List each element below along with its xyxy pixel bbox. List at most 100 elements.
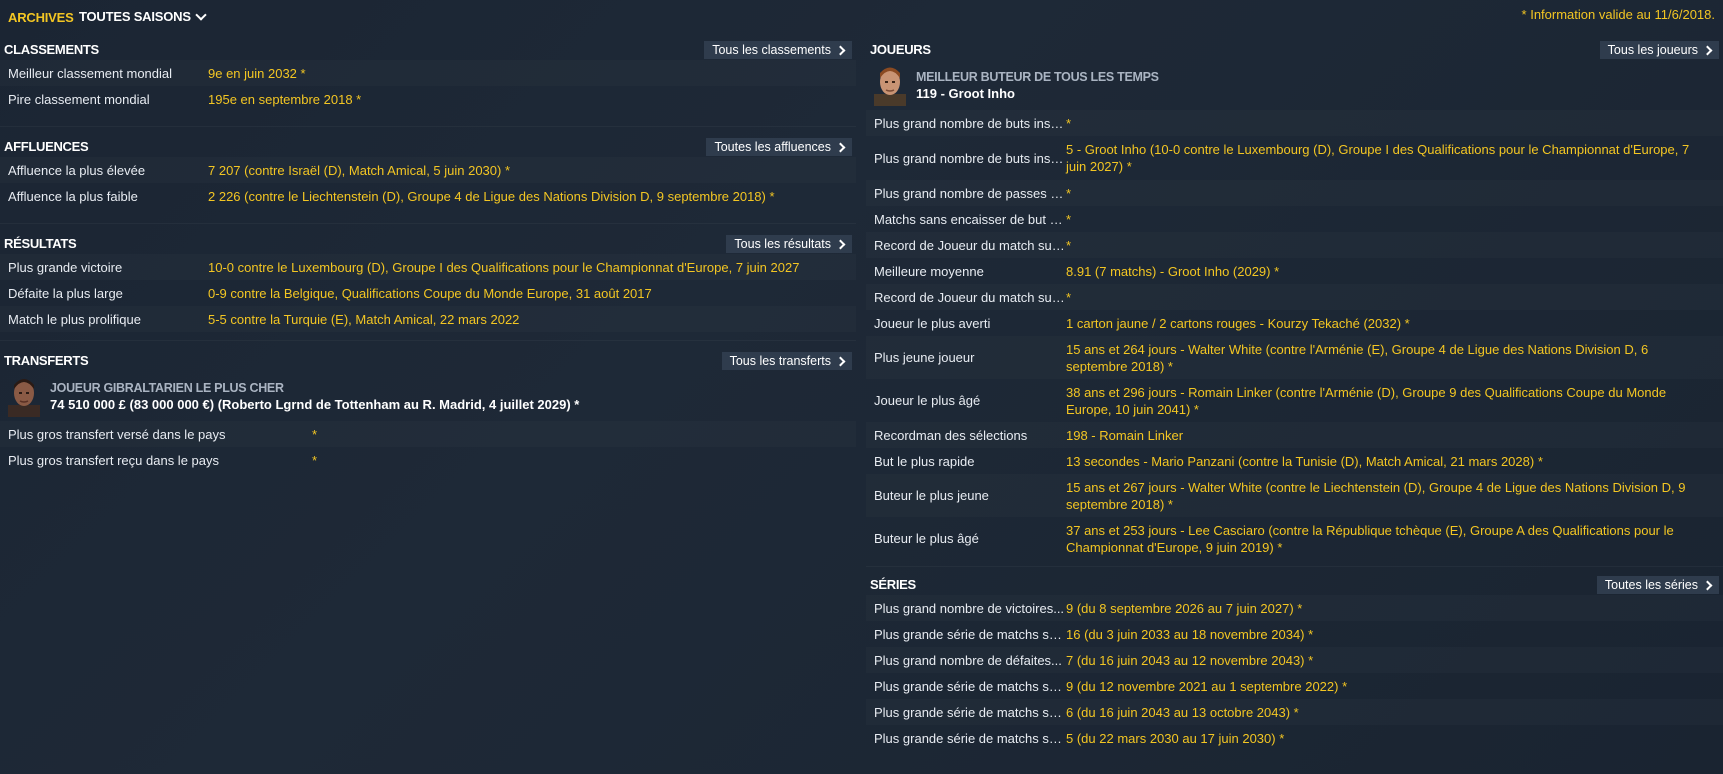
row-label: Meilleure moyenne (874, 263, 984, 279)
row-value: 10-0 contre le Luxembourg (D), Groupe I … (208, 259, 800, 275)
row-label: Buteur le plus jeune (874, 488, 989, 503)
row-label: Joueur le plus averti (874, 315, 991, 331)
table-row: Plus grand nombre de buts insc... * (866, 110, 1723, 136)
affluences-rows: Affluence la plus élevée 7 207 (contre Is… (0, 157, 856, 209)
chevron-right-icon (835, 239, 846, 249)
table-row: Meilleur classement mondial 9e en juin 20… (0, 60, 856, 86)
row-value: 13 secondes - Mario Panzani (contre la T… (1066, 453, 1543, 469)
row-value: 6 (du 16 juin 2043 au 13 octobre 2043) * (1066, 704, 1299, 720)
series-header: SÉRIES Toutes les séries (866, 569, 1723, 595)
season-dropdown-label: TOUTES SAISONS (79, 9, 191, 24)
all-rankings-button[interactable]: Tous les classements (704, 41, 852, 59)
row-label: Plus jeune joueur (874, 350, 975, 365)
row-value: * (312, 452, 318, 468)
row-value: 2 226 (contre le Liechtenstein (D), Grou… (208, 188, 775, 204)
table-row: Record de Joueur du match sur... * (866, 284, 1723, 310)
resultats-section: RÉSULTATS Tous les résultats Plus grande… (0, 228, 856, 332)
table-row: Plus grande série de matchs sa... 6 (du 1… (866, 699, 1723, 725)
season-dropdown[interactable]: TOUTES SAISONS (79, 8, 207, 24)
chevron-right-icon (835, 142, 846, 152)
row-label: Plus grande série de matchs sa... (874, 678, 1066, 694)
row-value: * (1066, 185, 1072, 201)
all-transfers-button[interactable]: Tous les transferts (721, 352, 852, 370)
divider (0, 340, 856, 341)
row-value: 16 (du 3 juin 2033 au 18 novembre 2034) … (1066, 626, 1314, 642)
table-row: Défaite la plus large 0-9 contre la Belgi… (0, 280, 856, 306)
all-attendances-button[interactable]: Toutes les affluences (706, 138, 852, 156)
player-face-icon (8, 379, 40, 417)
row-value: 198 - Romain Linker (1066, 427, 1184, 443)
table-row: Plus grand nombre de buts insc... 5 - Gro… (866, 136, 1723, 180)
classements-section: CLASSEMENTS Tous les classements Meilleu… (0, 34, 856, 112)
row-label: Plus grande série de matchs sa... (874, 730, 1066, 746)
all-results-button[interactable]: Tous les résultats (726, 235, 852, 253)
top-scorer-text: MEILLEUR BUTEUR DE TOUS LES TEMPS 119 - … (916, 70, 1159, 101)
row-label: Plus grande série de matchs sa... (874, 704, 1066, 720)
table-row: Joueur le plus averti 1 carton jaune / 2 … (866, 310, 1723, 336)
row-value: 9 (du 8 septembre 2026 au 7 juin 2027) * (1066, 600, 1303, 616)
table-row: Plus grande série de matchs sa... 5 (du 2… (866, 725, 1723, 751)
table-row: Affluence la plus élevée 7 207 (contre Is… (0, 157, 856, 183)
table-row: Record de Joueur du match sur... * (866, 232, 1723, 258)
chevron-right-icon (1702, 45, 1713, 55)
section-title: AFFLUENCES (4, 139, 89, 154)
row-label: Recordman des sélections (874, 427, 1028, 443)
button-label: Tous les transferts (729, 354, 831, 368)
player-avatar[interactable] (874, 64, 906, 106)
section-title: SÉRIES (870, 577, 916, 592)
chevron-right-icon (1702, 580, 1713, 590)
transferts-header: TRANSFERTS Tous les transferts (0, 345, 856, 371)
table-row: Buteur le plus âgé 37 ans et 253 jours - … (866, 517, 1723, 560)
table-row: Match le plus prolifique 5-5 contre la Tu… (0, 306, 856, 332)
row-value: 38 ans et 296 jours - Romain Linker (con… (1066, 384, 1667, 417)
classements-rows: Meilleur classement mondial 9e en juin 20… (0, 60, 856, 112)
row-label: Plus grande victoire (8, 259, 123, 275)
row-label: Buteur le plus âgé (874, 531, 979, 546)
table-row: Plus grand nombre de défaites... 7 (du 16… (866, 647, 1723, 673)
row-value: 37 ans et 253 jours - Lee Casciaro (cont… (1066, 522, 1674, 555)
resultats-rows: Plus grande victoire 10-0 contre le Luxem… (0, 254, 856, 332)
button-label: Toutes les affluences (714, 140, 831, 154)
row-label: Plus gros transfert versé dans le pays (8, 426, 226, 442)
row-value: 15 ans et 267 jours - Walter White (cont… (1066, 479, 1686, 512)
top-bar: ARCHIVES TOUTES SAISONS * Information va… (0, 0, 1723, 34)
row-label: Plus grand nombre de buts insc... (874, 150, 1066, 166)
row-label: Record de Joueur du match sur... (874, 237, 1066, 253)
featured-transfer-text: JOUEUR GIBRALTARIEN LE PLUS CHER 74 510 … (50, 381, 579, 412)
table-row: Plus grand nombre de passes d... * (866, 180, 1723, 206)
joueurs-section: JOUEURS Tous les joueurs MEILLEUR BUTEUR… (866, 34, 1723, 560)
row-value: * (1066, 115, 1072, 131)
all-series-button[interactable]: Toutes les séries (1596, 576, 1719, 594)
table-row: Pire classement mondial 195e en septembre… (0, 86, 856, 112)
row-value: 9e en juin 2032 * (208, 65, 306, 81)
row-label: Record de Joueur du match sur... (874, 289, 1066, 305)
button-label: Tous les classements (712, 43, 831, 57)
player-avatar[interactable] (8, 375, 40, 417)
transferts-rows: Plus gros transfert versé dans le pays * … (0, 421, 856, 473)
row-value: 1 carton jaune / 2 cartons rouges - Kour… (1066, 315, 1410, 331)
row-label: Pire classement mondial (8, 91, 150, 107)
tab-archives[interactable]: ARCHIVES (8, 10, 74, 25)
joueurs-header: JOUEURS Tous les joueurs (866, 34, 1723, 60)
row-label: Affluence la plus élevée (8, 162, 146, 178)
row-value: 7 207 (contre Israël (D), Match Amical, … (208, 162, 511, 178)
table-row: Joueur le plus âgé 38 ans et 296 jours - … (866, 379, 1723, 422)
row-value: * (312, 426, 318, 442)
all-players-button[interactable]: Tous les joueurs (1599, 41, 1719, 59)
info-note: * Information valide au 11/6/2018. (1521, 7, 1715, 22)
section-title: JOUEURS (870, 42, 931, 57)
row-value: 0-9 contre la Belgique, Qualifications C… (208, 285, 652, 301)
row-label: Match le plus prolifique (8, 311, 141, 327)
affluences-section: AFFLUENCES Toutes les affluences Affluen… (0, 131, 856, 209)
row-label: Plus grand nombre de passes d... (874, 185, 1066, 201)
row-label: Plus grande série de matchs sa... (874, 626, 1066, 642)
table-row: Plus gros transfert versé dans le pays * (0, 421, 856, 447)
section-title: TRANSFERTS (4, 353, 89, 368)
table-row: Recordman des sélections 198 - Romain Lin… (866, 422, 1723, 448)
section-title: RÉSULTATS (4, 236, 77, 251)
featured-value[interactable]: 119 - Groot Inho (916, 86, 1159, 101)
affluences-header: AFFLUENCES Toutes les affluences (0, 131, 856, 157)
row-label: Joueur le plus âgé (874, 393, 981, 408)
table-row: Plus grande victoire 10-0 contre le Luxem… (0, 254, 856, 280)
divider (866, 566, 1723, 567)
